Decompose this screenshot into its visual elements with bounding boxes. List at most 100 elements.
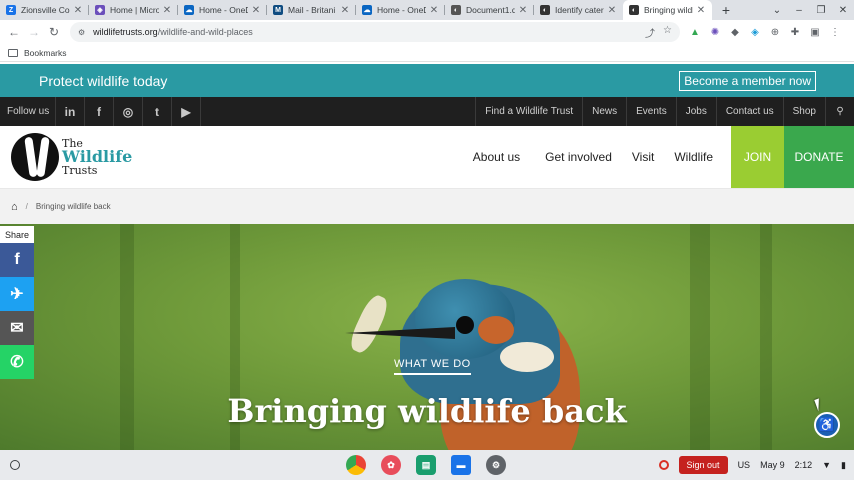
microsoft-favicon-icon: ◈	[95, 5, 105, 15]
jobs-link[interactable]: Jobs	[675, 97, 716, 126]
folder-icon	[8, 48, 18, 57]
sign-out-button[interactable]: Sign out	[678, 456, 728, 474]
tab-6[interactable]: ◐ Identify caterp ✕	[534, 0, 623, 20]
chrome-icon[interactable]	[346, 455, 366, 475]
reload-icon[interactable]: ↻	[44, 25, 64, 39]
share-label: Share	[0, 226, 34, 243]
tab-2[interactable]: ☁ Home - OneDri ✕	[178, 0, 267, 20]
restore-icon[interactable]: ❐	[810, 5, 832, 16]
extension-target-icon[interactable]: ⊕	[770, 27, 780, 38]
close-icon[interactable]: ✕	[340, 5, 350, 16]
nav-visit[interactable]: Visit	[622, 126, 664, 188]
close-window-icon[interactable]: ✕	[832, 5, 854, 16]
hero-kicker: WHAT WE DO	[394, 358, 471, 375]
share-icon[interactable]: ⤴	[645, 25, 655, 40]
wildlife-favicon-icon: ◐	[629, 5, 639, 15]
browser-toolbar: ← → ↻ ⚙ wildlifetrusts.org/wildlife-and-…	[0, 20, 854, 44]
menu-kebab-icon[interactable]: ⋮	[830, 27, 840, 38]
tab-4[interactable]: ☁ Home - OneDri ✕	[356, 0, 445, 20]
wifi-icon: ▼	[822, 460, 832, 470]
minimize-icon[interactable]: –	[788, 5, 810, 16]
tab-1[interactable]: ◈ Home | Micros ✕	[89, 0, 178, 20]
status-tray: Sign out US May 9 2:12 ▼ ▮	[658, 450, 846, 480]
hero-banner: WHAT WE DO Bringing wildlife back Share …	[0, 224, 854, 450]
follow-us-label: Follow us	[0, 97, 56, 126]
share-whatsapp-icon[interactable]: ✆	[0, 345, 34, 379]
settings-gear-icon[interactable]: ⚙	[486, 455, 506, 475]
extension-gear-icon[interactable]: ✺	[710, 27, 720, 38]
share-email-icon[interactable]: ✉	[0, 311, 34, 345]
address-bar[interactable]: ⚙ wildlifetrusts.org/wildlife-and-wild-p…	[70, 22, 680, 42]
nav-get-involved[interactable]: Get involved	[535, 126, 622, 188]
extensions-puzzle-icon[interactable]: ✚	[790, 27, 800, 38]
extension-blue-icon[interactable]: ◈	[750, 27, 760, 38]
news-app-icon[interactable]: ▤	[416, 455, 436, 475]
twitter-icon[interactable]: t	[143, 97, 172, 126]
pinned-apps: ✿ ▤ ▬ ⚙	[346, 455, 506, 475]
new-tab-button[interactable]: +	[716, 0, 736, 20]
linkedin-icon[interactable]: in	[56, 97, 85, 126]
back-icon[interactable]: ←	[4, 25, 24, 39]
breadcrumb-current: Bringing wildlife back	[35, 202, 111, 211]
join-button[interactable]: JOIN	[731, 126, 784, 188]
extension-dark-icon[interactable]: ◆	[730, 27, 740, 38]
search-icon[interactable]: ⚲	[825, 97, 854, 126]
bookmarks-folder[interactable]: Bookmarks	[24, 48, 67, 58]
close-icon[interactable]: ✕	[429, 5, 439, 16]
logo-text: The Wildlife Trusts	[62, 138, 132, 176]
donate-button[interactable]: DONATE	[784, 126, 854, 188]
tab-search-icon[interactable]: ⌄	[766, 5, 788, 16]
window-controls: ⌄ – ❐ ✕	[766, 0, 854, 20]
tab-title: Home - OneDri	[199, 5, 248, 15]
date-label[interactable]: May 9	[760, 460, 785, 470]
facebook-icon[interactable]: f	[85, 97, 114, 126]
become-member-button[interactable]: Become a member now	[679, 70, 816, 91]
shop-link[interactable]: Shop	[782, 97, 825, 126]
forward-icon[interactable]: →	[24, 25, 44, 39]
close-icon[interactable]: ✕	[73, 5, 83, 16]
events-link[interactable]: Events	[626, 97, 676, 126]
screen-record-icon[interactable]	[658, 460, 669, 470]
close-icon[interactable]: ✕	[518, 5, 528, 16]
close-icon[interactable]: ✕	[251, 5, 261, 16]
paint-app-icon[interactable]: ✿	[381, 455, 401, 475]
nav-about-us[interactable]: About us	[473, 126, 530, 188]
tab-title: Bringing wildlif	[644, 5, 693, 15]
side-panel-icon[interactable]: ▣	[810, 27, 820, 38]
launcher-icon[interactable]	[10, 460, 20, 470]
nav-wildlife[interactable]: Wildlife	[664, 126, 723, 188]
news-link[interactable]: News	[582, 97, 626, 126]
bookmark-star-icon[interactable]: ☆	[663, 25, 672, 40]
keyboard-locale[interactable]: US	[738, 460, 751, 470]
site-info-icon[interactable]: ⚙	[78, 28, 85, 37]
zionsville-favicon-icon: Z	[6, 5, 16, 15]
battery-icon: ▮	[841, 459, 846, 470]
tab-5[interactable]: ◐ Document1.do ✕	[445, 0, 534, 20]
share-twitter-icon[interactable]: ✈	[0, 277, 34, 311]
close-icon[interactable]: ✕	[607, 5, 617, 16]
tab-0[interactable]: Z Zionsville Com ✕	[0, 0, 89, 20]
close-icon[interactable]: ✕	[162, 5, 172, 16]
tab-3[interactable]: M Mail - Britani S ✕	[267, 0, 356, 20]
breadcrumb-separator: /	[25, 202, 28, 211]
find-wildlife-trust-link[interactable]: Find a Wildlife Trust	[475, 97, 582, 126]
contact-us-link[interactable]: Contact us	[715, 97, 783, 126]
drive-extension-icon[interactable]: ▲	[690, 27, 700, 38]
nav-items: About us Get involved Visit Wildlife JOI…	[473, 126, 854, 188]
instagram-icon[interactable]: ◎	[114, 97, 143, 126]
share-facebook-icon[interactable]: f	[0, 243, 34, 277]
url-domain: wildlifetrusts.org	[93, 27, 158, 37]
site-logo[interactable]: The Wildlife Trusts	[0, 126, 200, 188]
files-app-icon[interactable]: ▬	[451, 455, 471, 475]
promo-banner: Protect wildlife today Become a member n…	[0, 64, 854, 97]
system-shelf: ✿ ▤ ▬ ⚙ Sign out US May 9 2:12 ▼ ▮	[0, 450, 854, 480]
outlook-favicon-icon: M	[273, 5, 283, 15]
tab-title: Zionsville Com	[21, 5, 70, 15]
youtube-icon[interactable]: ▶	[172, 97, 201, 126]
accessibility-icon[interactable]: ♿	[814, 412, 840, 438]
utility-links: Find a Wildlife Trust News Events Jobs C…	[475, 97, 854, 126]
home-icon[interactable]: ⌂	[11, 201, 18, 213]
tab-7-active[interactable]: ◐ Bringing wildlif ✕	[623, 0, 712, 20]
time-label[interactable]: 2:12	[795, 460, 813, 470]
close-icon[interactable]: ✕	[696, 5, 706, 16]
